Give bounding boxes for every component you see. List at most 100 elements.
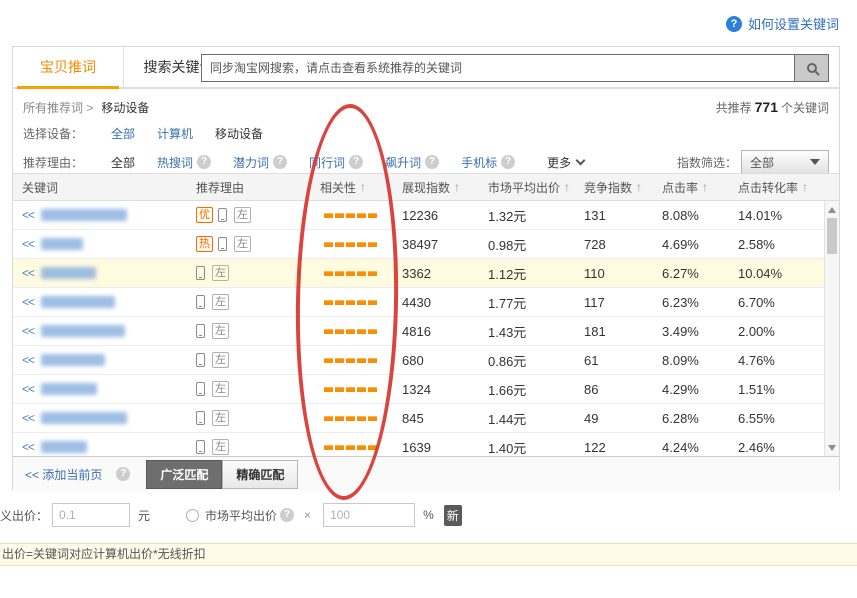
mobile-icon [218,237,227,251]
table-row[interactable]: <<左6800.86元618.09%4.76% [13,346,824,375]
device-option[interactable]: 计算机 [157,125,193,142]
column-header-4[interactable]: 市场平均出价↑ [484,179,580,196]
add-current-page-link[interactable]: << 添加当前页 [25,466,102,483]
help-icon[interactable]: ? [425,155,439,169]
add-keyword-button[interactable]: << [22,208,34,222]
custom-bid-input[interactable] [52,503,130,527]
avg-price-cell: 0.86元 [484,351,580,370]
ctr-cell: 6.27% [658,266,734,281]
table-row[interactable]: <<优左122361.32元1318.08%14.01% [13,201,824,230]
keyword-redacted [41,354,105,366]
scroll-down-button[interactable] [825,440,839,455]
avg-price-cell: 1.43元 [484,322,580,341]
sort-asc-icon[interactable]: ↑ [564,180,570,194]
keyword-redacted [41,383,97,395]
reason-option[interactable]: 潜力词 [233,154,269,171]
add-keyword-button[interactable]: << [22,411,34,425]
reason-cell: 左 [188,294,312,310]
ctr-cell: 4.69% [658,237,734,252]
match-button[interactable]: 精确匹配 [222,460,298,489]
relevance-bar [357,300,366,305]
help-icon[interactable]: ? [501,155,515,169]
column-header-1: 推荐理由 [188,179,312,196]
scrollbar-thumb[interactable] [827,218,837,254]
relevance-bar [368,271,377,276]
keyword-cell: << [13,208,188,222]
help-icon[interactable]: ? [349,155,363,169]
keyword-redacted [41,296,115,308]
help-icon[interactable]: ? [273,155,287,169]
relevance-bar [324,416,333,421]
table-row[interactable]: <<左44301.77元1176.23%6.70% [13,288,824,317]
total-prefix: 共推荐 [716,101,752,115]
table-row[interactable]: <<左33621.12元1106.27%10.04% [13,259,824,288]
sort-asc-icon[interactable]: ↑ [636,180,642,194]
column-header-5[interactable]: 竞争指数↑ [580,179,658,196]
search-button[interactable] [794,55,828,81]
relevance-bar [368,445,377,450]
column-label: 点击转化率 [738,179,798,196]
help-icon[interactable]: ? [197,155,211,169]
add-keyword-button[interactable]: << [22,295,34,309]
sort-asc-icon[interactable]: ↑ [802,180,808,194]
table-row[interactable]: <<热左384970.98元7284.69%2.58% [13,230,824,259]
help-icon[interactable]: ? [116,467,130,481]
match-button[interactable]: 广泛匹配 [146,460,222,489]
column-header-2[interactable]: 相关性↑ [312,179,398,196]
breadcrumb-parent[interactable]: 所有推荐词 > [23,99,93,116]
bid-bar: 义出价： 元 市场平均出价 ? × % 新 [0,503,462,527]
reason-option[interactable]: 同行词 [309,154,345,171]
relevance-bar [335,416,344,421]
index-filter-select[interactable]: 全部 [741,150,829,174]
keyword-cell: << [13,411,188,425]
column-header-6[interactable]: 点击率 ↑ [658,179,734,196]
add-keyword-button[interactable]: << [22,266,34,280]
device-option[interactable]: 全部 [111,125,135,142]
reason-filter-options: 全部 热搜词? 潜力词? 同行词? 飙升词? 手机标? [111,154,537,171]
mobile-icon [196,295,205,309]
add-keyword-button[interactable]: << [22,440,34,454]
scroll-up-button[interactable] [825,202,839,217]
ctr-cell: 6.28% [658,411,734,426]
column-header-7[interactable]: 点击转化率 ↑ [734,179,824,196]
device-option[interactable]: 移动设备 [215,125,263,142]
avg-price-cell: 1.12元 [484,264,580,283]
sort-asc-icon[interactable]: ↑ [360,180,366,194]
help-icon[interactable]: ? [280,508,294,522]
table-scrollbar[interactable] [824,201,839,456]
table-row[interactable]: <<左48161.43元1813.49%2.00% [13,317,824,346]
left-position-badge: 左 [212,265,229,281]
relevance-bar [324,271,333,276]
table-footer: << 添加当前页 ? 广泛匹配精确匹配 [13,456,839,491]
keyword-recommend-page: ? 如何设置关键词 宝贝推词搜索关键词 所有推荐词 > 移动设备 共推荐771个… [0,0,857,598]
reason-option[interactable]: 全部 [111,154,135,171]
reason-option[interactable]: 手机标 [461,154,497,171]
percent-input[interactable] [323,503,415,527]
column-header-3[interactable]: 展现指数↑ [398,179,484,196]
keyword-panel: 宝贝推词搜索关键词 所有推荐词 > 移动设备 共推荐771个关键词 选择设备： … [12,46,840,490]
percent-sign: % [423,508,434,522]
reason-option[interactable]: 热搜词 [157,154,193,171]
reason-option[interactable]: 飙升词 [385,154,421,171]
relevance-bar [357,387,366,392]
add-keyword-button[interactable]: << [22,237,34,251]
market-avg-price-radio[interactable] [186,509,199,522]
ctr-cell: 4.29% [658,382,734,397]
how-to-set-keywords-link[interactable]: ? 如何设置关键词 [726,14,839,33]
table-row[interactable]: <<左16391.40元1224.24%2.46% [13,433,824,456]
relevance-cell [312,387,398,392]
keyword-search-input[interactable] [202,55,794,81]
add-keyword-button[interactable]: << [22,353,34,367]
relevance-bar [368,416,377,421]
sort-asc-icon[interactable]: ↑ [702,180,708,194]
tab-0[interactable]: 宝贝推词 [13,47,123,87]
more-filters-button[interactable]: 更多 [547,154,584,171]
add-keyword-button[interactable]: << [22,382,34,396]
cvr-cell: 4.76% [734,353,824,368]
table-row[interactable]: <<左8451.44元496.28%6.55% [13,404,824,433]
table-row[interactable]: <<左13241.66元864.29%1.51% [13,375,824,404]
column-label: 点击率 [662,179,698,196]
add-keyword-button[interactable]: << [22,324,34,338]
relevance-bar [368,213,377,218]
sort-asc-icon[interactable]: ↑ [454,180,460,194]
